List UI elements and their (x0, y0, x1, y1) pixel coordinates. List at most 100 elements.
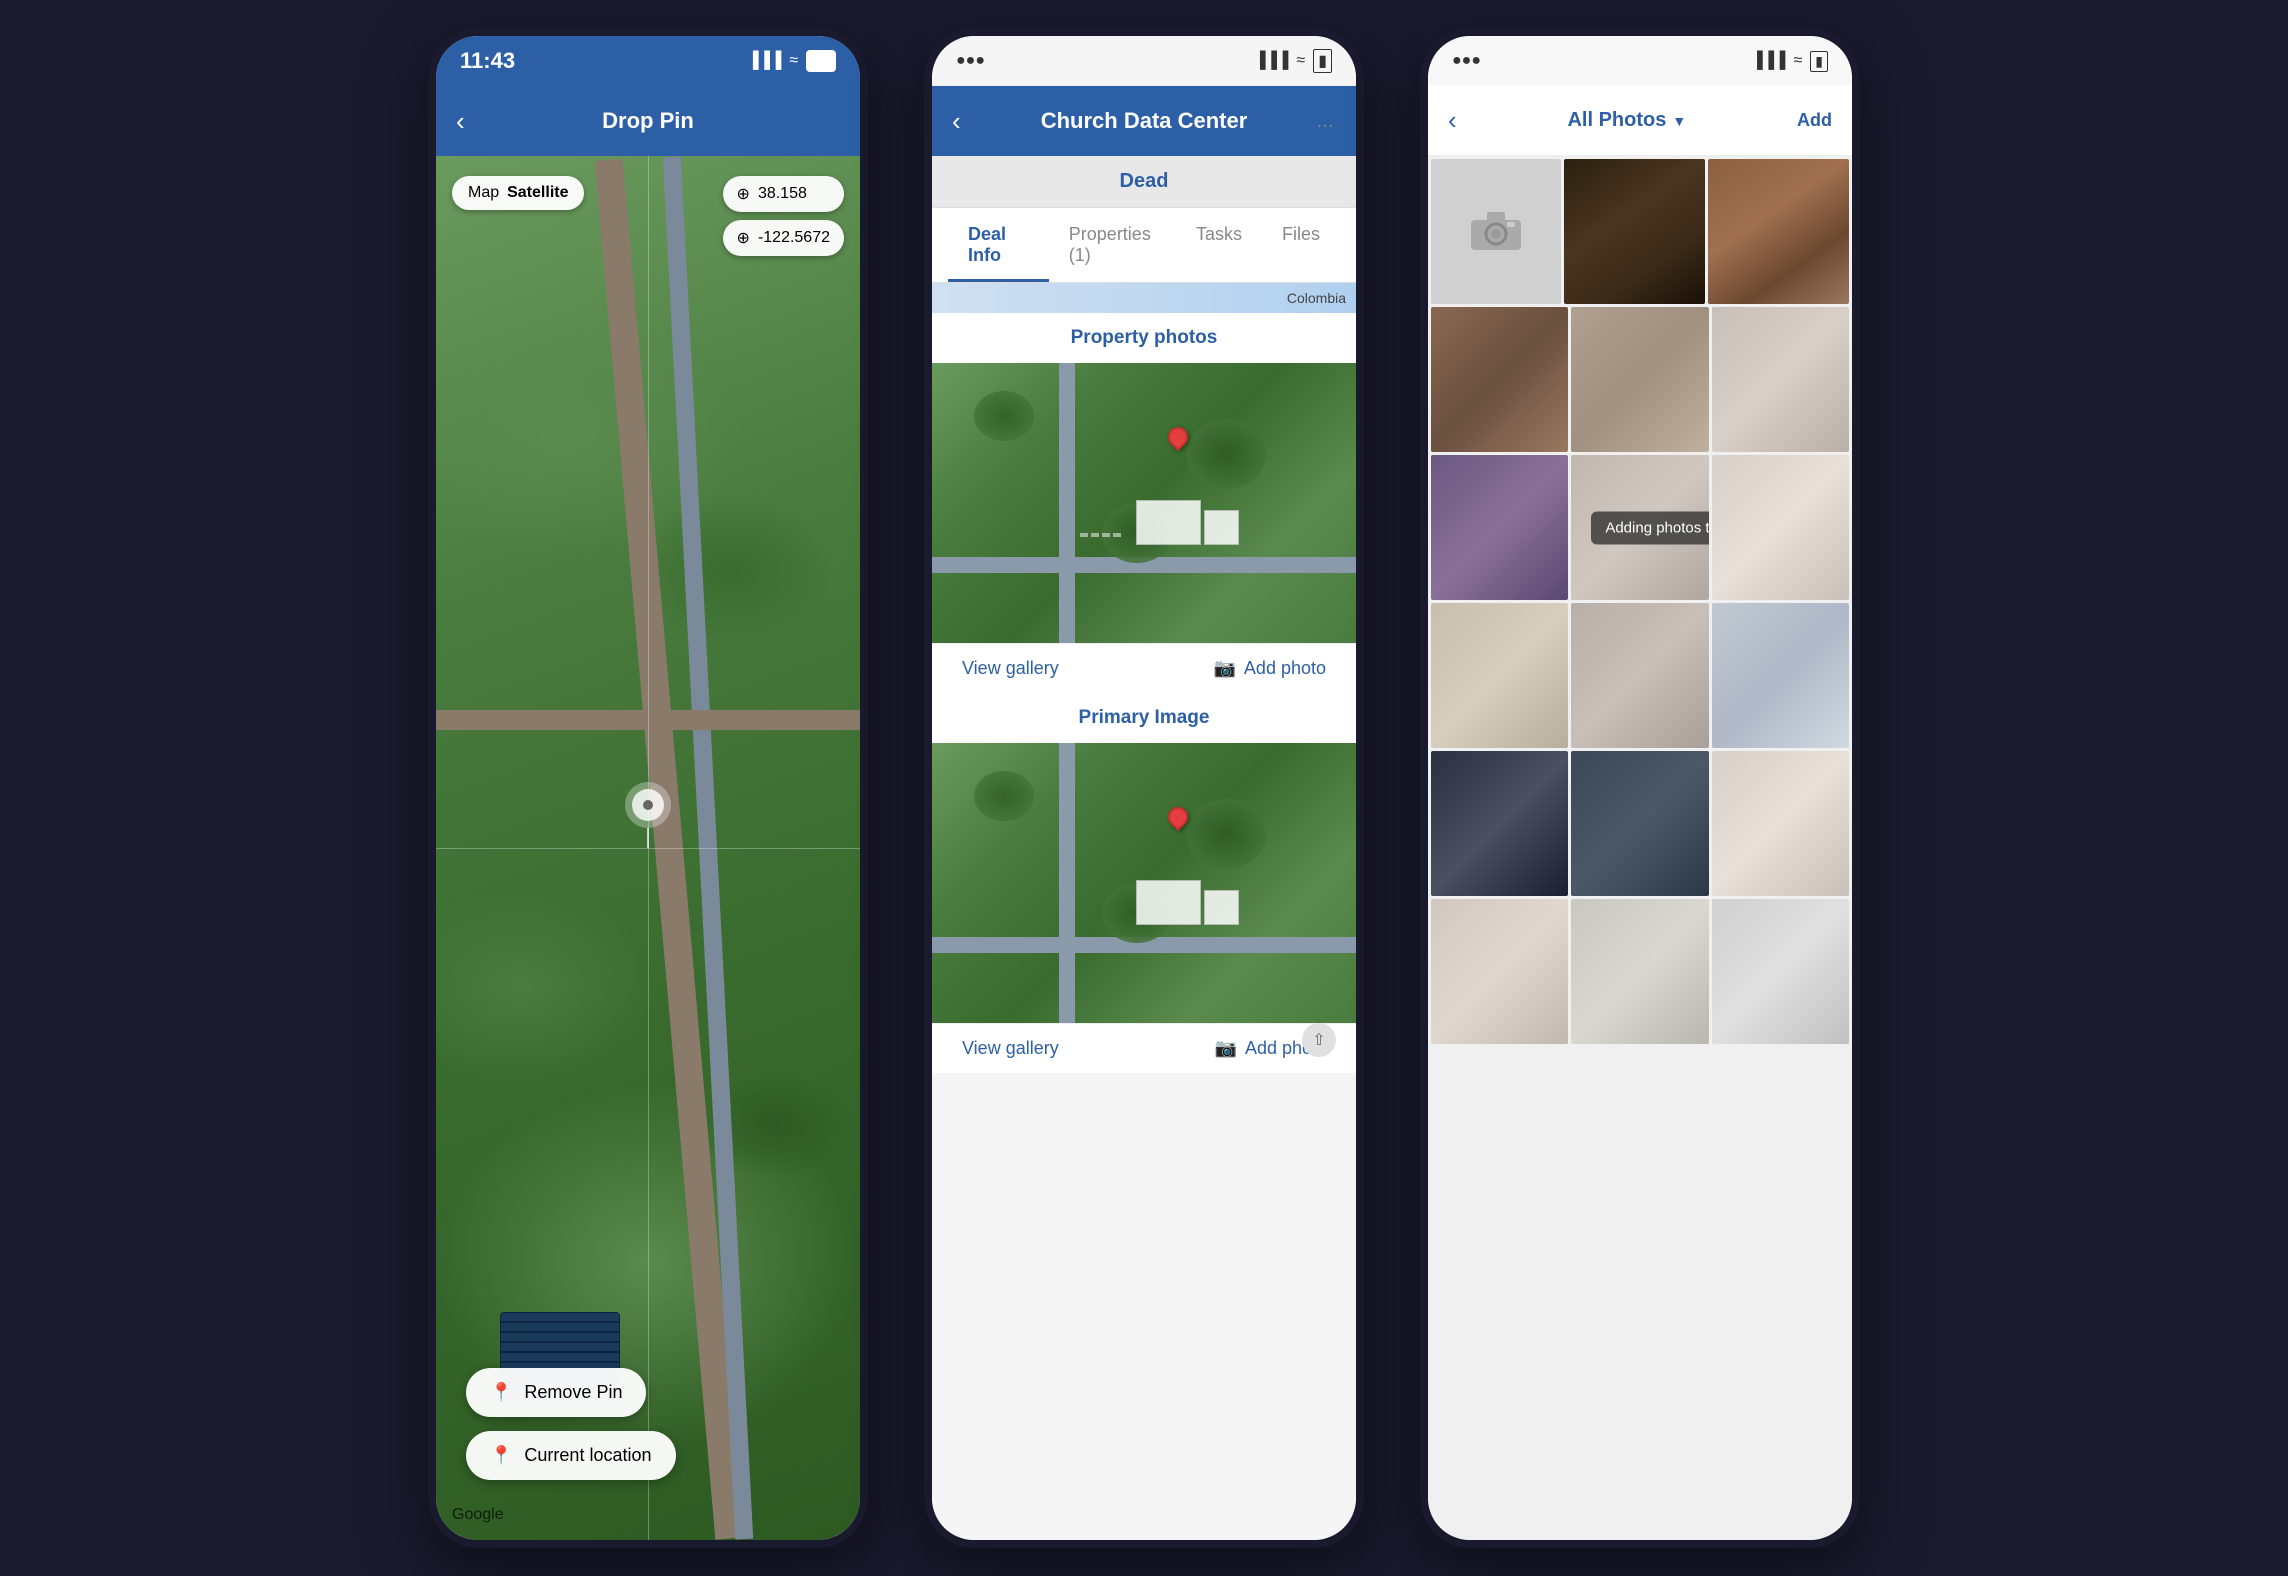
nav-title-1: Drop Pin (602, 108, 694, 134)
back-button-3[interactable]: ‹ (1448, 105, 1457, 136)
signal-icon-3: ▐▐▐ (1751, 52, 1785, 70)
status-icons-3: ▐▐▐ ≈ ▮ (1751, 51, 1828, 72)
view-gallery-link-2[interactable]: View gallery (962, 1038, 1059, 1059)
photo-cell-2[interactable] (1708, 159, 1849, 304)
camera-icon-2: 📷 (1215, 1038, 1237, 1059)
satellite-label: Satellite (507, 184, 568, 202)
church-content: Dead Deal Info Properties (1) Tasks File… (932, 156, 1356, 1540)
primary-image-map[interactable] (932, 743, 1356, 1023)
photo-row-2 (1431, 307, 1849, 452)
camera-icon-1: 📷 (1214, 658, 1236, 679)
back-button-1[interactable]: ‹ (456, 106, 465, 137)
gallery-actions-1: View gallery 📷 Add photo (932, 643, 1356, 693)
mini-map-header: Colombia (932, 283, 1356, 313)
camera-placeholder[interactable] (1431, 159, 1561, 304)
photo-cell-11[interactable] (1712, 603, 1849, 748)
building-side (1204, 510, 1239, 545)
gallery-actions-2: View gallery 📷 Add photc ⇧ (932, 1023, 1356, 1073)
road-left (1059, 363, 1075, 643)
coord-lon-pill: ⊕ -122.5672 (723, 220, 844, 256)
more-menu-button[interactable]: … (1316, 111, 1336, 132)
map-pin[interactable] (625, 782, 671, 848)
add-button[interactable]: Add (1797, 110, 1832, 131)
coord-lat-pill: ⊕ 38.158 (723, 176, 844, 212)
nav-bar-2: ‹ Church Data Center … (932, 86, 1356, 156)
dropdown-arrow-icon: ▼ (1672, 113, 1686, 129)
status-icons-2: ▐▐▐ ≈ ▮ (1254, 49, 1332, 73)
status-bar-2: ●●● ▐▐▐ ≈ ▮ (932, 36, 1356, 86)
deal-tabs: Deal Info Properties (1) Tasks Files (932, 208, 1356, 283)
buildings-cluster (1136, 500, 1239, 545)
pin-inner (632, 789, 664, 821)
status-time-3: ●●● (1452, 52, 1481, 70)
status-bar-1: 11:43 ▐▐▐ ≈ 85 (436, 36, 860, 86)
building-main (1136, 500, 1201, 545)
photo-row-6 (1431, 899, 1849, 1044)
photo-cell-9[interactable] (1431, 603, 1568, 748)
photo-cell-13[interactable] (1571, 751, 1708, 896)
wifi-icon-2: ≈ (1296, 52, 1305, 70)
photo-cell-16[interactable] (1571, 899, 1708, 1044)
photo-row-3: Adding photos to deal (1431, 455, 1849, 600)
red-pin-2 (1168, 807, 1188, 827)
photo-cell-8[interactable] (1712, 455, 1849, 600)
property-map[interactable] (932, 363, 1356, 643)
coord-circle-icon: ⊕ (737, 184, 750, 204)
photo-row-5 (1431, 751, 1849, 896)
primary-image-header: Primary Image (932, 693, 1356, 743)
buildings-cluster-2 (1136, 880, 1239, 925)
photos-grid: Adding photos to deal (1428, 156, 1852, 1540)
photo-cell-7[interactable]: Adding photos to deal (1571, 455, 1708, 600)
adding-photos-tooltip: Adding photos to deal (1591, 511, 1708, 544)
photo-cell-3[interactable] (1431, 307, 1568, 452)
status-time-1: 11:43 (460, 48, 515, 74)
wifi-icon-3: ≈ (1794, 52, 1803, 70)
photo-cell-12[interactable] (1431, 751, 1568, 896)
back-button-2[interactable]: ‹ (952, 106, 961, 137)
status-time-2: ●●● (956, 52, 985, 70)
map-type-toggle[interactable]: Map Satellite (452, 176, 584, 210)
photo-cell-15[interactable] (1431, 899, 1568, 1044)
status-bar-3: ●●● ▐▐▐ ≈ ▮ (1428, 36, 1852, 86)
pin-dot (643, 800, 653, 810)
map-controls: Map Satellite (452, 176, 584, 210)
view-gallery-link-1[interactable]: View gallery (962, 658, 1059, 679)
photo-row-4 (1431, 603, 1849, 748)
current-location-button[interactable]: 📍 Current location (466, 1431, 676, 1480)
map-content: Map Satellite ⊕ 38.158 ⊕ -122.5672 (436, 156, 860, 1540)
tab-properties[interactable]: Properties (1) (1049, 208, 1176, 282)
photo-cell-4[interactable] (1571, 307, 1708, 452)
deal-status: Dead (932, 156, 1356, 208)
map-bottom-btns: 📍 Remove Pin 📍 Current location (436, 1368, 860, 1480)
red-pin-1 (1168, 427, 1188, 447)
remove-pin-button[interactable]: 📍 Remove Pin (466, 1368, 646, 1417)
google-watermark: Google (452, 1506, 504, 1524)
nav-bar-3: ‹ All Photos ▼ Add (1428, 86, 1852, 156)
satellite-map[interactable]: Map Satellite ⊕ 38.158 ⊕ -122.5672 (436, 156, 860, 1540)
photo-cell-1[interactable] (1564, 159, 1705, 304)
photo-cell-10[interactable] (1571, 603, 1708, 748)
tab-tasks[interactable]: Tasks (1176, 208, 1262, 282)
current-location-label: Current location (524, 1445, 651, 1466)
photo-row-1 (1431, 159, 1849, 304)
all-photos-title: All Photos ▼ (1567, 109, 1686, 132)
tab-deal-info[interactable]: Deal Info (948, 208, 1049, 282)
coord-lon-value: -122.5672 (758, 229, 830, 247)
signal-icon-2: ▐▐▐ (1254, 52, 1288, 70)
pin-outer (625, 782, 671, 828)
camera-icon (1471, 212, 1521, 252)
battery-badge: 85 (806, 50, 836, 72)
photo-cell-5[interactable] (1712, 307, 1849, 452)
crosshair-v (648, 156, 649, 1540)
nav-title-2: Church Data Center (1041, 108, 1248, 134)
photo-cell-17[interactable] (1712, 899, 1849, 1044)
tab-files[interactable]: Files (1262, 208, 1340, 282)
scroll-up-button[interactable]: ⇧ (1302, 1023, 1336, 1057)
map-satellite-2 (932, 743, 1356, 1023)
property-photos-header: Property photos (932, 313, 1356, 363)
photo-cell-6[interactable] (1431, 455, 1568, 600)
battery-icon-3: ▮ (1810, 51, 1828, 72)
photo-cell-14[interactable] (1712, 751, 1849, 896)
add-photo-btn-1[interactable]: 📷 Add photo (1214, 658, 1327, 679)
map-label: Map (468, 184, 499, 202)
